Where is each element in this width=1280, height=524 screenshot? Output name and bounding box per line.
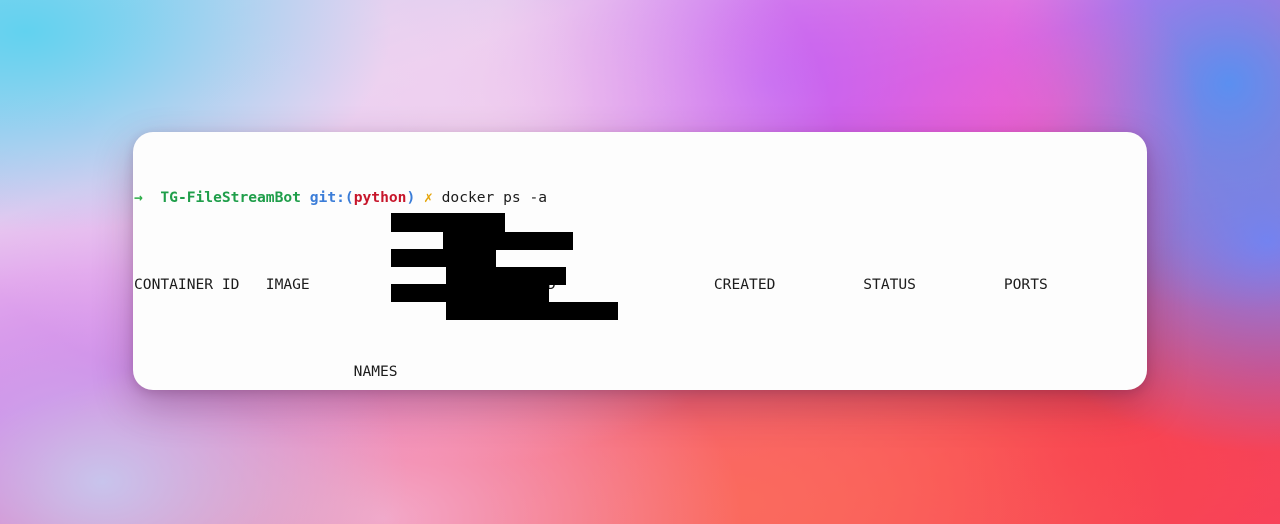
prompt-arrow-icon: → <box>134 189 143 207</box>
terminal-command-text: docker ps -a <box>441 189 548 207</box>
prompt-paren-open: ( <box>344 189 354 207</box>
table-header-row: CONTAINER ID IMAGE COMMAND CREATED STATU… <box>134 276 1048 294</box>
redaction-bar <box>446 302 618 320</box>
prompt-repo-name: TG-FileStreamBot <box>160 189 301 207</box>
redaction-bar <box>391 213 505 232</box>
redaction-bar <box>446 267 566 285</box>
redaction-bar <box>391 284 549 302</box>
prompt-git-label: git: <box>309 189 345 207</box>
terminal-line-prompt-docker-ps: → TG-FileStreamBot git:(python) ✗ docker… <box>133 189 1147 206</box>
redaction-bar <box>443 232 573 250</box>
terminal-window[interactable]: → TG-FileStreamBot git:(python) ✗ docker… <box>133 132 1147 390</box>
prompt-paren-close: ) <box>406 189 416 207</box>
git-dirty-icon: ✗ <box>424 189 433 207</box>
terminal-output-area[interactable]: → TG-FileStreamBot git:(python) ✗ docker… <box>133 132 1147 390</box>
prompt-branch-name: python <box>353 189 407 207</box>
table-header-names: NAMES <box>134 362 398 380</box>
redaction-bar <box>391 249 496 267</box>
